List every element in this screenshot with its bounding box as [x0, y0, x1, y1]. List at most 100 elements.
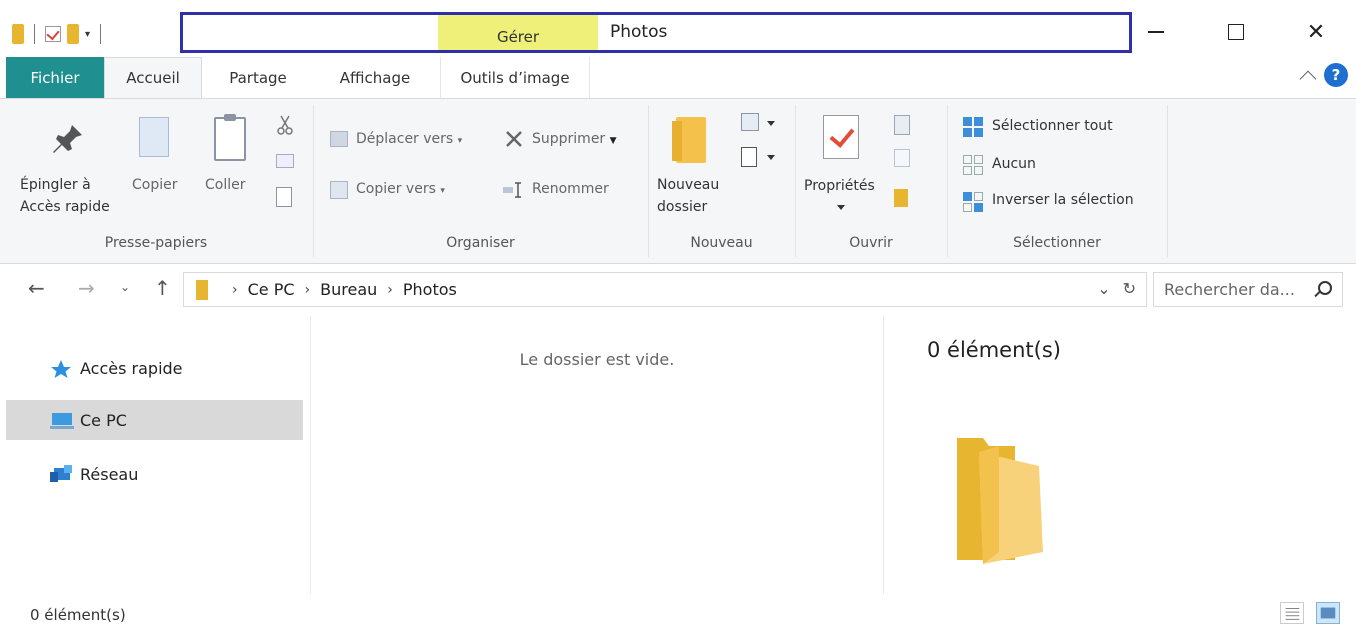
large-icons-view-icon[interactable]	[1316, 602, 1340, 624]
move-to-icon	[330, 131, 348, 147]
customize-toolbar-dropdown-icon[interactable]: ▾	[85, 29, 90, 40]
breadcrumb-separator-icon[interactable]: ›	[232, 282, 238, 298]
address-row: ← → ⌄ ↑ › Ce PC › Bureau › Photos ⌄ ↻ Re…	[0, 264, 1356, 316]
breadcrumb-photos[interactable]: Photos	[403, 280, 457, 299]
file-list-pane[interactable]: Le dossier est vide.	[310, 316, 884, 594]
star-icon	[51, 360, 71, 378]
paste-button[interactable]: Coller	[205, 174, 246, 196]
tab-manage[interactable]: Gérer	[438, 15, 598, 50]
rename-button[interactable]: Renommer	[532, 178, 609, 200]
title-bar: ▾ Gérer Photos ✕	[0, 0, 1356, 57]
tab-view[interactable]: Affichage	[320, 57, 430, 98]
group-label-select: Sélectionner	[1013, 235, 1101, 251]
move-to-label: Déplacer vers	[356, 131, 454, 147]
select-none-button[interactable]: Aucun	[992, 153, 1036, 175]
copy-button[interactable]: Copier	[132, 174, 178, 196]
search-input[interactable]: Rechercher da...	[1153, 272, 1343, 307]
delete-icon	[506, 131, 522, 147]
new-folder-icon	[672, 117, 706, 163]
minimize-icon	[1148, 31, 1164, 33]
open-icon[interactable]	[894, 115, 910, 135]
group-organize: Déplacer vers ▾ Copier vers ▾ Supprimer …	[314, 99, 647, 263]
group-divider	[1167, 105, 1168, 257]
nav-item-this-pc[interactable]: Ce PC	[6, 400, 303, 440]
move-to-button[interactable]: Déplacer vers ▾	[356, 128, 462, 152]
copy-to-icon	[330, 181, 348, 199]
select-all-button[interactable]: Sélectionner tout	[992, 115, 1113, 137]
invert-selection-button[interactable]: Inverser la sélection	[992, 189, 1134, 211]
network-icon	[50, 465, 72, 482]
empty-folder-message: Le dossier est vide.	[519, 350, 675, 369]
pin-label-line1: Épingler à	[20, 177, 91, 193]
tab-file[interactable]: Fichier	[6, 57, 104, 98]
paste-shortcut-icon[interactable]	[276, 187, 292, 207]
back-arrow-icon[interactable]: ←	[28, 276, 45, 300]
collapse-ribbon-icon[interactable]	[1299, 70, 1317, 88]
tab-home[interactable]: Accueil	[104, 57, 202, 98]
history-icon[interactable]	[894, 189, 908, 207]
breadcrumb-desktop[interactable]: Bureau	[320, 280, 377, 299]
easy-access-icon[interactable]	[741, 147, 757, 167]
ribbon: Épingler à Accès rapide Copier Coller Pr…	[0, 98, 1356, 264]
window-title: Photos	[610, 22, 668, 42]
recent-locations-icon[interactable]: ⌄	[120, 280, 130, 294]
folder-icon	[196, 279, 208, 300]
delete-label: Supprimer	[532, 131, 606, 147]
close-button[interactable]: ✕	[1276, 14, 1356, 50]
window-controls: ✕	[1116, 14, 1356, 50]
group-label-organize: Organiser	[446, 235, 515, 251]
up-arrow-icon[interactable]: ↑	[154, 276, 171, 300]
copy-path-icon[interactable]	[276, 154, 294, 168]
breadcrumb-separator-icon[interactable]: ›	[387, 282, 393, 298]
cut-icon[interactable]	[276, 115, 294, 135]
tab-share[interactable]: Partage	[210, 57, 306, 98]
details-view-icon[interactable]	[1280, 602, 1304, 624]
new-item-icon[interactable]	[741, 113, 759, 131]
details-pane: 0 élément(s)	[885, 316, 1356, 594]
properties-icon	[823, 115, 859, 159]
search-icon[interactable]	[1318, 281, 1332, 295]
breadcrumb-separator-icon[interactable]: ›	[305, 282, 311, 298]
status-item-count: 0 élément(s)	[30, 606, 126, 624]
pin-icon	[53, 125, 82, 153]
quick-access-toolbar: ▾	[12, 20, 105, 48]
invert-selection-icon	[963, 192, 983, 212]
folder-icon	[957, 438, 1043, 564]
group-label-open: Ouvrir	[849, 235, 893, 251]
window-title-area: Gérer Photos	[180, 12, 1132, 53]
easy-access-dropdown-icon[interactable]	[767, 155, 775, 160]
properties-button[interactable]: Propriétés	[804, 175, 875, 197]
copy-to-button[interactable]: Copier vers ▾	[356, 178, 445, 202]
forward-arrow-icon[interactable]: →	[78, 276, 95, 300]
new-item-dropdown-icon[interactable]	[767, 121, 775, 126]
computer-icon	[50, 413, 74, 429]
address-bar[interactable]: › Ce PC › Bureau › Photos ⌄ ↻	[183, 272, 1147, 307]
maximize-button[interactable]	[1196, 14, 1276, 50]
pin-label-line2: Accès rapide	[20, 199, 110, 215]
group-new: Nouveau dossier Nouveau	[649, 99, 794, 263]
refresh-icon[interactable]: ↻	[1123, 279, 1136, 298]
nav-item-network[interactable]: Réseau	[6, 454, 303, 494]
group-clipboard: Épingler à Accès rapide Copier Coller Pr…	[0, 99, 312, 263]
tab-picture-tools[interactable]: Outils d’image	[440, 57, 590, 98]
properties-dropdown-icon[interactable]	[837, 205, 845, 210]
new-folder-label-line2: dossier	[657, 199, 708, 215]
new-folder-icon[interactable]	[67, 24, 79, 44]
delete-button[interactable]: Supprimer ▼	[532, 128, 617, 152]
group-select: Sélectionner tout Aucun Inverser la séle…	[948, 99, 1166, 263]
help-icon[interactable]: ?	[1324, 63, 1348, 87]
pin-quick-access-button[interactable]: Épingler à Accès rapide	[20, 174, 110, 218]
nav-item-quick-access[interactable]: Accès rapide	[6, 348, 303, 388]
minimize-button[interactable]	[1116, 14, 1196, 50]
new-folder-button[interactable]: Nouveau dossier	[657, 174, 719, 218]
breadcrumb-this-pc[interactable]: Ce PC	[248, 280, 295, 299]
properties-icon[interactable]	[45, 26, 61, 42]
rename-icon	[503, 182, 521, 198]
toolbar-divider	[34, 24, 35, 44]
address-history-dropdown-icon[interactable]: ⌄	[1097, 279, 1110, 298]
edit-icon[interactable]	[894, 149, 910, 167]
paste-icon	[214, 114, 246, 161]
group-label-new: Nouveau	[690, 235, 753, 251]
toolbar-divider	[100, 24, 102, 44]
search-placeholder: Rechercher da...	[1164, 280, 1295, 299]
